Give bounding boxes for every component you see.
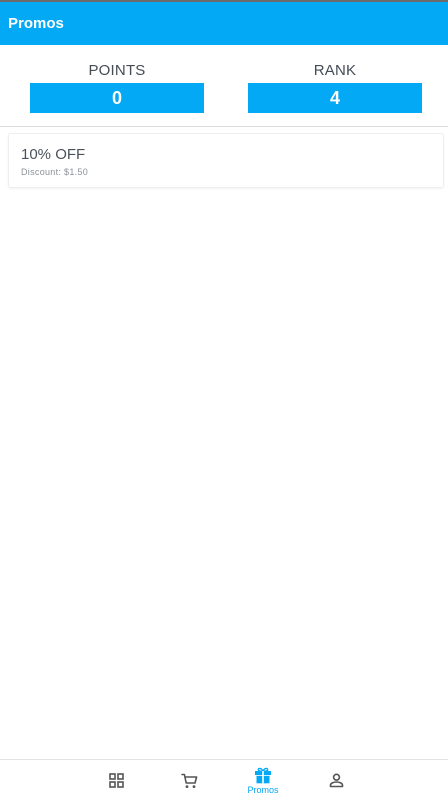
points-stat: POINTS 0 bbox=[30, 61, 204, 113]
rank-stat: RANK 4 bbox=[248, 61, 422, 113]
nav-promos[interactable]: Promos bbox=[233, 760, 293, 795]
promo-title: 10% OFF bbox=[21, 146, 86, 163]
promo-card[interactable]: 10% OFF Discount: $1.50 bbox=[8, 133, 444, 188]
nav-dashboard[interactable] bbox=[86, 760, 146, 795]
promo-discount: Discount: $1.50 bbox=[21, 167, 89, 177]
gift-icon bbox=[254, 767, 272, 784]
person-icon bbox=[329, 773, 344, 788]
app-screen: Promos POINTS 0 RANK 4 10% OFF Discount:… bbox=[0, 0, 448, 795]
promo-list: 10% OFF Discount: $1.50 bbox=[8, 133, 444, 188]
rank-label: RANK bbox=[313, 62, 357, 79]
rank-value: 4 bbox=[248, 83, 422, 113]
app-bar: Promos bbox=[0, 2, 448, 45]
points-label: POINTS bbox=[88, 62, 146, 79]
dashboard-icon bbox=[108, 773, 124, 788]
cart-icon bbox=[180, 773, 198, 789]
page-title: Promos bbox=[8, 14, 64, 32]
nav-promos-label: Promos bbox=[247, 785, 279, 795]
nav-profile[interactable] bbox=[306, 760, 366, 795]
nav-cart[interactable] bbox=[159, 760, 219, 795]
stats-panel: POINTS 0 RANK 4 bbox=[0, 45, 448, 127]
bottom-navigation: Promos bbox=[0, 759, 448, 795]
points-value: 0 bbox=[30, 83, 204, 113]
